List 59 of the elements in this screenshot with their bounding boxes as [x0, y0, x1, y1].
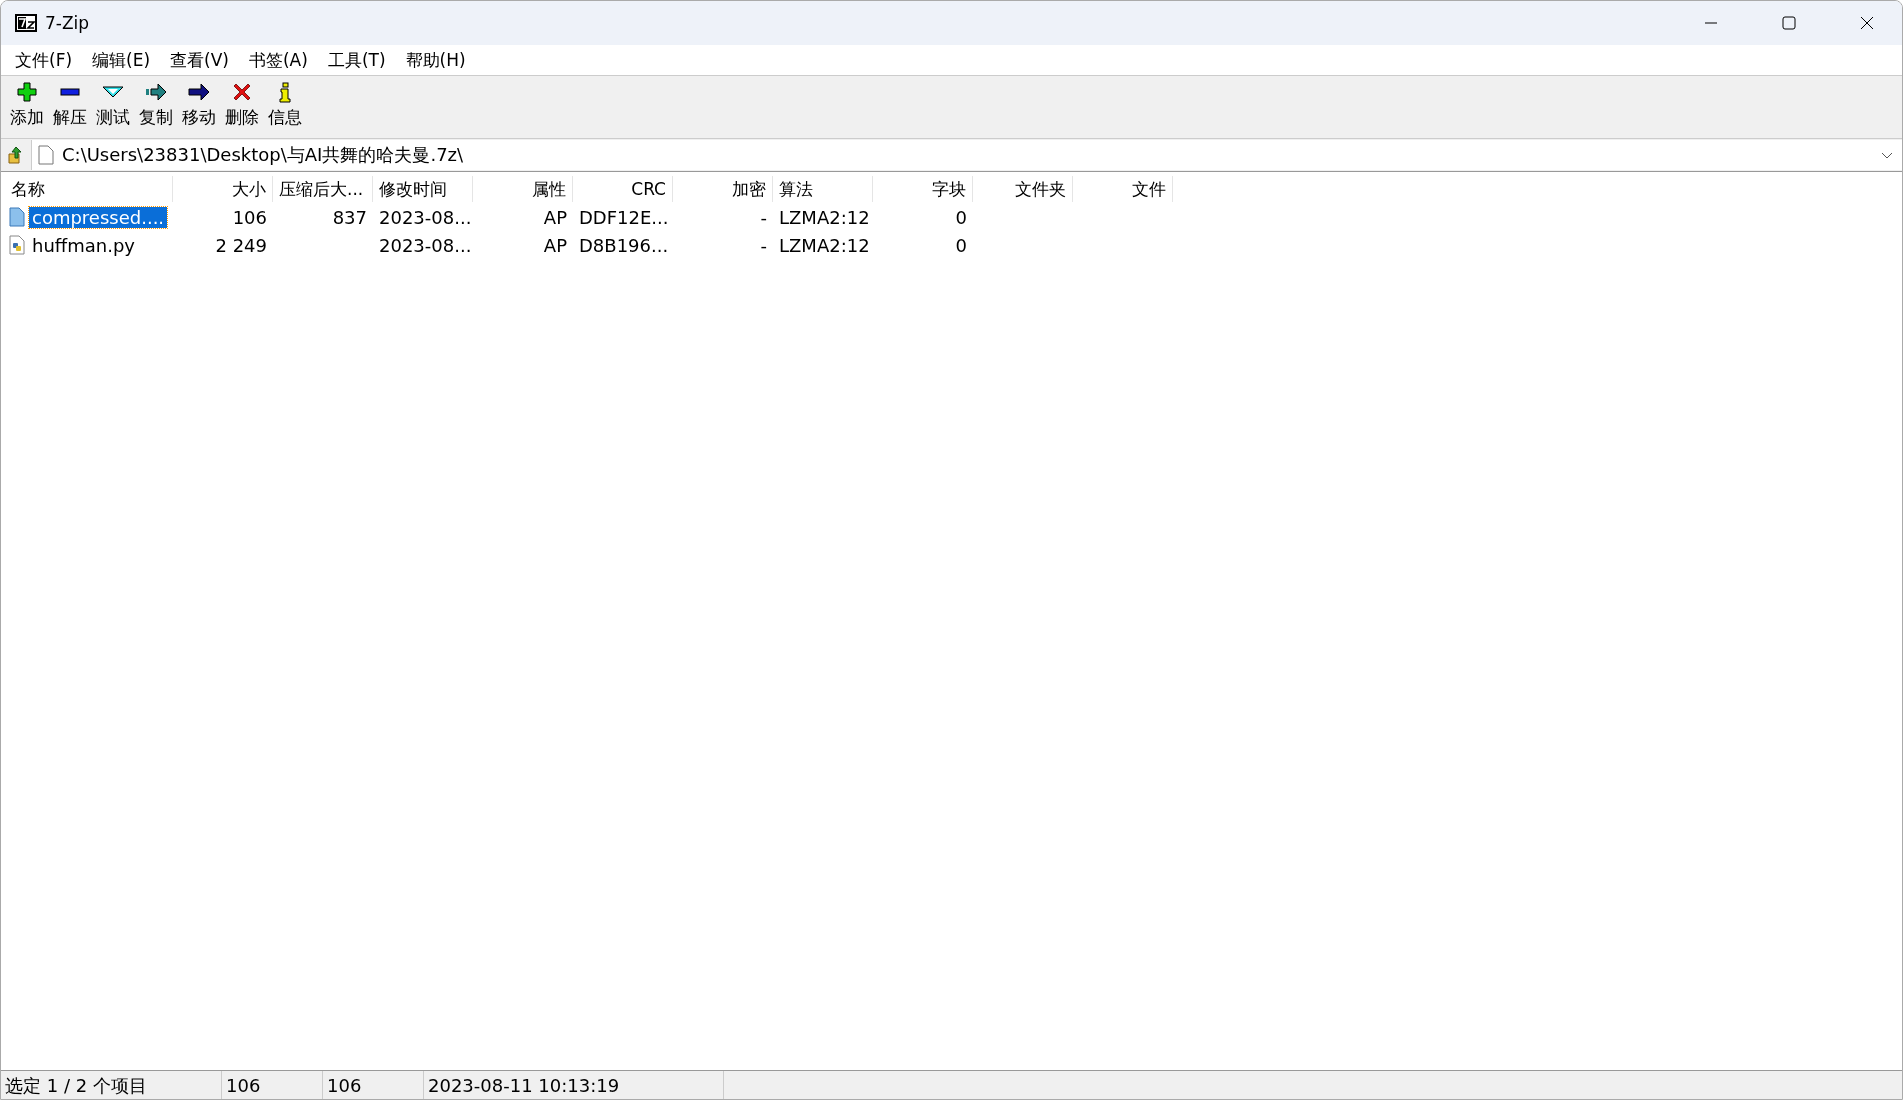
toolbar-button[interactable]: 复制 — [134, 76, 177, 138]
column-header[interactable]: 文件 — [1073, 176, 1173, 202]
column-header[interactable]: CRC — [573, 176, 673, 202]
column-header[interactable]: 文件夹 — [973, 176, 1073, 202]
table-cell-text: 106 — [231, 206, 268, 228]
column-header[interactable]: 算法 — [773, 176, 873, 202]
address-field[interactable]: C:\Users\23831\Desktop\与AI共舞的哈夫曼.7z\ — [31, 140, 1902, 170]
table-cell-text: 2023-08... — [378, 234, 473, 256]
status-text: 106 — [323, 1071, 424, 1099]
menu-item[interactable]: 工具(T) — [317, 48, 396, 72]
menu-item[interactable]: 书签(A) — [238, 48, 318, 72]
table-cell-text: 0 — [954, 206, 968, 228]
arrow-right-icon — [186, 81, 211, 103]
table-cell-text: 0 — [954, 234, 968, 256]
column-header[interactable]: 压缩后大... — [273, 176, 373, 202]
column-header[interactable]: 修改时间 — [373, 176, 473, 202]
status-text: 选定 1 / 2 个项目 — [1, 1071, 222, 1099]
maximize-icon[interactable] — [1781, 15, 1797, 31]
toolbar-button[interactable]: 解压 — [48, 76, 91, 138]
table-cell-text: LZMA2:12 — [778, 206, 871, 228]
table-cell-text: AP — [542, 206, 568, 228]
column-header[interactable]: 加密 — [673, 176, 773, 202]
toolbar-button[interactable]: 移动 — [177, 76, 220, 138]
menu-item[interactable]: 帮助(H) — [395, 48, 476, 72]
file-icon — [38, 145, 54, 165]
table-cell-text: 837 — [331, 206, 368, 228]
file-icon — [9, 207, 25, 227]
folder-up-icon[interactable] — [8, 146, 24, 164]
file-name[interactable]: huffman.py — [29, 234, 138, 256]
arrow-right-icon — [143, 81, 168, 103]
toolbar-button[interactable]: 测试 — [91, 76, 134, 138]
status-text: 2023-08-11 10:13:19 — [424, 1071, 724, 1099]
window-title: 7-Zip — [45, 13, 91, 33]
table-cell-text: 2 249 — [214, 234, 268, 256]
menu-item[interactable]: 查看(V) — [160, 48, 239, 72]
close-icon[interactable] — [1859, 15, 1875, 31]
table-cell-text: - — [759, 234, 768, 256]
toolbar-button[interactable]: 添加 — [5, 76, 48, 138]
toolbar-button[interactable]: 删除 — [220, 76, 263, 138]
file-name[interactable]: compressed.... — [29, 206, 168, 228]
info-icon — [277, 81, 292, 103]
python-file-icon — [9, 235, 25, 255]
status-text: 106 — [222, 1071, 323, 1099]
table-cell-text: LZMA2:12 — [778, 234, 871, 256]
menu-item[interactable]: 编辑(E) — [82, 48, 161, 72]
column-header[interactable]: 名称 — [5, 176, 173, 202]
table-cell-text: DDF12E... — [578, 206, 670, 228]
dropdown-caret-icon[interactable] — [1880, 150, 1894, 160]
column-header[interactable]: 字块 — [873, 176, 973, 202]
app-logo-icon — [15, 14, 37, 32]
menu-item[interactable]: 文件(F) — [5, 48, 83, 72]
plus-icon — [15, 81, 38, 103]
column-header[interactable]: 大小 — [173, 176, 273, 202]
toolbar-button[interactable]: 信息 — [263, 76, 306, 138]
table-cell-text: 2023-08... — [378, 206, 473, 228]
table-cell-text: D8B196... — [578, 234, 670, 256]
column-header[interactable]: 属性 — [473, 176, 573, 202]
table-cell-text: - — [759, 206, 768, 228]
table-cell-text: AP — [542, 234, 568, 256]
